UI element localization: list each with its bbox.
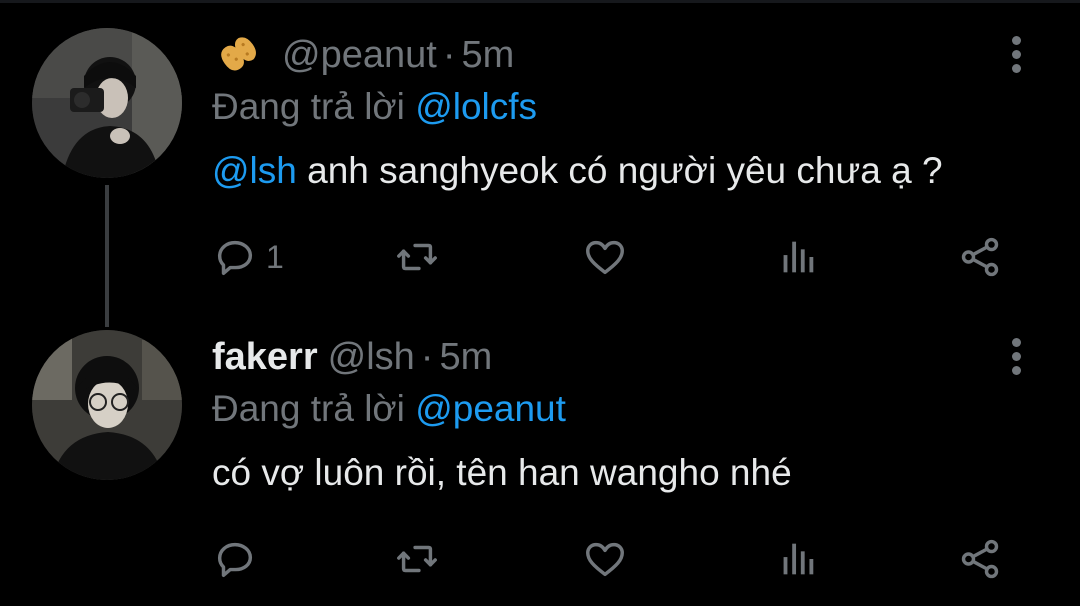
reply-icon: [217, 240, 253, 276]
tweet-header: fakerr @lsh · 5m: [212, 334, 492, 380]
tweet-header: @peanut · 5m: [212, 32, 514, 78]
display-name[interactable]: fakerr: [212, 336, 318, 379]
more-icon: [1004, 36, 1028, 73]
user-handle[interactable]: @peanut: [282, 34, 437, 77]
replying-to-mention[interactable]: @peanut: [415, 388, 566, 429]
reply-button[interactable]: [212, 534, 266, 584]
reply-count: 1: [266, 238, 284, 275]
like-icon: [586, 542, 624, 577]
tweet-text-content: anh sanghyeok có người yêu chưa ạ ?: [296, 150, 943, 191]
replying-to-label: Đang trả lời: [212, 86, 405, 127]
tweet-actions: 1: [212, 232, 1032, 282]
timestamp[interactable]: 5m: [439, 336, 492, 379]
reply-icon: [217, 542, 253, 578]
more-options-button[interactable]: [1004, 36, 1028, 80]
user-handle[interactable]: @lsh: [328, 336, 415, 379]
like-icon: [586, 240, 624, 275]
stats-icon: [783, 241, 814, 273]
tweet-actions: [212, 534, 1032, 584]
stats-button[interactable]: [774, 534, 820, 584]
share-icon: [961, 237, 999, 277]
share-icon: [961, 539, 999, 579]
replying-to: Đang trả lời @peanut: [212, 388, 566, 430]
stats-icon: [783, 543, 814, 575]
separator-dot: ·: [420, 335, 434, 378]
avatar[interactable]: [32, 28, 182, 178]
avatar[interactable]: [32, 330, 182, 480]
more-icon: [1004, 338, 1028, 375]
like-button[interactable]: [582, 232, 628, 282]
retweet-icon: [397, 545, 437, 573]
stats-button[interactable]: [774, 232, 820, 282]
retweet-button[interactable]: [394, 534, 440, 584]
top-divider: [0, 0, 1080, 3]
replying-to-mention[interactable]: @lolcfs: [415, 86, 537, 127]
share-button[interactable]: [957, 232, 1003, 282]
reply-button[interactable]: 1: [212, 232, 284, 282]
peanut-emoji-icon: [221, 37, 256, 71]
share-button[interactable]: [957, 534, 1003, 584]
like-button[interactable]: [582, 534, 628, 584]
replying-to-label: Đang trả lời: [212, 388, 405, 429]
text-mention[interactable]: @lsh: [212, 150, 297, 191]
tweet[interactable]: @peanut · 5m Đang trả lời @lolcfs @lsh a…: [0, 20, 1080, 310]
more-options-button[interactable]: [1004, 338, 1028, 382]
retweet-icon: [397, 243, 437, 271]
timestamp[interactable]: 5m: [461, 34, 514, 77]
retweet-button[interactable]: [394, 232, 440, 282]
tweet-text: có vợ luôn rồi, tên han wangho nhé: [212, 452, 792, 493]
tweet-text: @lsh anh sanghyeok có người yêu chưa ạ ?: [212, 150, 943, 192]
replying-to: Đang trả lời @lolcfs: [212, 86, 537, 128]
tweet[interactable]: fakerr @lsh · 5m Đang trả lời @peanut có…: [0, 322, 1080, 606]
separator-dot: ·: [442, 33, 456, 76]
